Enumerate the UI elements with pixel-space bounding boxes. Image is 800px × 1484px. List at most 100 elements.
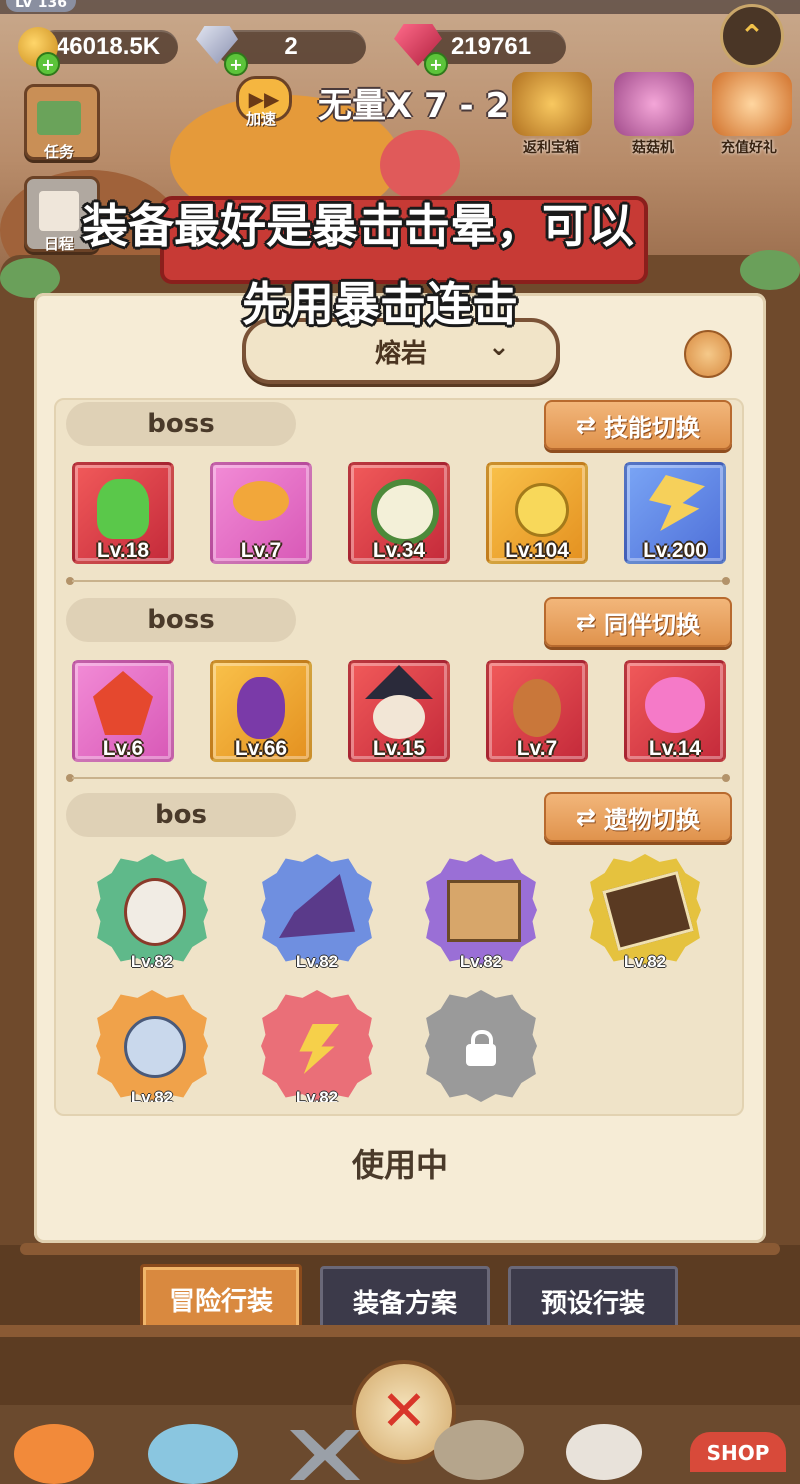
tab-bar-rail: [20, 1243, 780, 1255]
mode-selector-value: 熔岩: [374, 338, 427, 369]
skill-slot-4[interactable]: Lv.104: [486, 462, 588, 564]
divider-dot: [722, 577, 730, 585]
skills-section-label: boss: [66, 402, 296, 446]
partner-slot-3[interactable]: Lv.15: [348, 660, 450, 762]
add-diamond-icon[interactable]: +: [224, 52, 248, 76]
partner-slot-2[interactable]: Lv.66: [210, 660, 312, 762]
partner-nav-icon[interactable]: [148, 1424, 238, 1484]
mushroom-icon: [233, 481, 289, 521]
section-divider: [72, 580, 724, 582]
skull-nav-icon[interactable]: [566, 1424, 642, 1480]
close-icon: ✕: [380, 1379, 428, 1444]
skill-slot-3[interactable]: Lv.34: [348, 462, 450, 564]
relic-switch-label: 遗物切换: [604, 805, 701, 834]
mushroom-machine-label: 菇菇机: [632, 140, 674, 156]
tab-adventure-outfit[interactable]: 冒险行装: [140, 1264, 302, 1334]
dragon-icon: [93, 671, 153, 735]
relic-slot-5[interactable]: Lv.82: [96, 990, 208, 1102]
partner-slot-4[interactable]: Lv.7: [486, 660, 588, 762]
relic-level: Lv.82: [295, 1088, 339, 1102]
relic-slot-1[interactable]: Lv.82: [96, 854, 208, 978]
tab-preset-outfit-label: 预设行装: [540, 1288, 645, 1319]
compass-icon: [124, 1016, 186, 1078]
bottom-rail: [0, 1325, 800, 1337]
divider-dot: [722, 774, 730, 782]
gingerbread-icon: [513, 679, 561, 737]
skill-slot-5[interactable]: Lv.200: [624, 462, 726, 564]
add-gem-icon[interactable]: +: [424, 52, 448, 76]
skill-switch-button[interactable]: ⇄ 技能切换: [544, 400, 732, 450]
task-board-icon: [37, 101, 81, 135]
relic-switch-button[interactable]: ⇄ 遗物切换: [544, 792, 732, 842]
top-strip: [0, 0, 800, 14]
box-icon: [447, 880, 521, 942]
task-label: 任务: [43, 143, 74, 161]
stage-title: 无量X 7 - 2: [318, 86, 510, 126]
eggplant-icon: [237, 677, 285, 739]
tab-equipment-plan-label: 装备方案: [352, 1288, 457, 1319]
skull-icon: [124, 878, 186, 946]
partner-level: Lv.15: [372, 737, 426, 760]
witch-icon: [365, 665, 433, 699]
relic-slot-6[interactable]: Lv.82: [261, 990, 373, 1102]
skill-level: Lv.18: [96, 539, 150, 562]
partner-level: Lv.66: [234, 737, 288, 760]
shop-nav-label: SHOP: [706, 1441, 770, 1465]
witch-face: [373, 695, 425, 739]
relic-slot-3[interactable]: Lv.82: [425, 854, 537, 978]
partner-level: Lv.6: [102, 737, 144, 760]
relic-slot-locked[interactable]: [425, 990, 537, 1102]
partner-level: Lv.14: [648, 737, 702, 760]
swap-icon: ⇄: [575, 411, 597, 439]
lightning-mushroom-icon: [649, 475, 705, 531]
leaf-decoration-right: [740, 250, 800, 290]
skill-slot-1[interactable]: Lv.18: [72, 462, 174, 564]
relic-slot-2[interactable]: Lv.82: [261, 854, 373, 978]
skill-level: Lv.7: [240, 539, 282, 562]
rebate-chest-label: 返利宝箱: [523, 140, 579, 156]
skill-level: Lv.34: [372, 539, 426, 562]
add-gold-icon[interactable]: +: [36, 52, 60, 76]
collapse-up-button[interactable]: ⌃: [720, 4, 784, 68]
partner-slot-1[interactable]: Lv.6: [72, 660, 174, 762]
speed-label: 加速: [245, 110, 276, 128]
shop-nav-button[interactable]: SHOP: [690, 1432, 786, 1472]
lock-icon: [466, 1030, 496, 1066]
calendar-icon: [39, 191, 79, 231]
mushroom-nav-icon[interactable]: [14, 1424, 94, 1484]
caption-line-2: 先用暴击连击: [242, 277, 518, 331]
relic-slot-4[interactable]: Lv.82: [589, 854, 701, 978]
cauliflower-icon: [371, 479, 439, 545]
in-use-status: 使用中: [351, 1146, 448, 1184]
feather-icon[interactable]: [684, 330, 732, 378]
green-bean-icon: [97, 479, 149, 539]
swap-icon: ⇄: [575, 608, 597, 636]
relic-level: Lv.82: [130, 1088, 174, 1102]
skill-switch-label: 技能切换: [604, 413, 701, 442]
recharge-gift-label: 充值好礼: [721, 140, 777, 156]
partners-section-label: boss: [66, 598, 296, 642]
swap-icon: ⇄: [575, 803, 597, 831]
recharge-gift-icon[interactable]: [712, 72, 792, 136]
pink-cat-icon: [645, 677, 705, 733]
tab-adventure-outfit-label: 冒险行装: [168, 1286, 273, 1317]
partner-switch-button[interactable]: ⇄ 同伴切换: [544, 597, 732, 647]
chevron-down-icon: ⌄: [488, 332, 510, 362]
skill-slot-2[interactable]: Lv.7: [210, 462, 312, 564]
leaf-decoration-left: [0, 258, 60, 298]
rebate-chest-icon[interactable]: [512, 72, 592, 136]
home-nav-icon[interactable]: [434, 1420, 524, 1480]
partner-switch-label: 同伴切换: [604, 610, 701, 639]
crossed-swords-icon[interactable]: [290, 1430, 360, 1480]
section-divider: [72, 777, 724, 779]
relic-level: Lv.82: [130, 952, 174, 971]
chevron-up-icon: ⌃: [739, 18, 765, 54]
relic-level: Lv.82: [295, 952, 339, 971]
gem-value: 219761: [450, 33, 532, 60]
diamond-value: 2: [284, 33, 298, 60]
skill-level: Lv.104: [505, 539, 569, 562]
relic-level: Lv.82: [459, 952, 503, 971]
player-level: LV 136: [6, 0, 76, 12]
mushroom-machine-icon[interactable]: [614, 72, 694, 136]
partner-slot-5[interactable]: Lv.14: [624, 660, 726, 762]
